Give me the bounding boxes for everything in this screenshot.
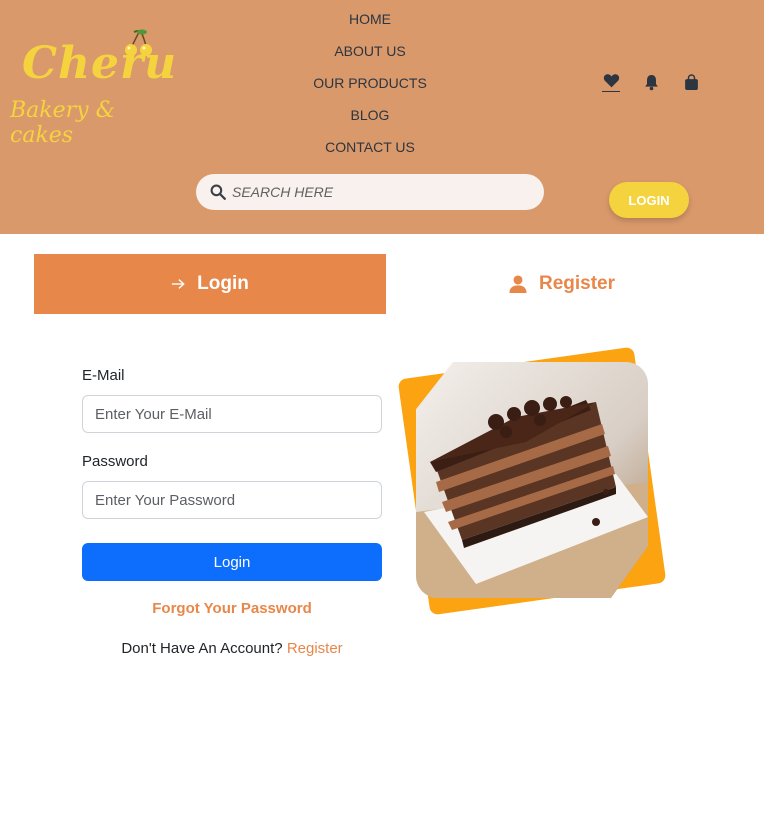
bell-icon[interactable] xyxy=(642,72,660,92)
email-field[interactable] xyxy=(82,395,382,433)
site-header: Cheru Bakery & cakes HOME ABOUT US OUR P… xyxy=(0,0,764,234)
password-label: Password xyxy=(82,453,148,470)
arrow-right-icon xyxy=(171,278,185,290)
password-field[interactable] xyxy=(82,481,382,519)
search-input[interactable] xyxy=(232,184,522,200)
cake-image xyxy=(416,362,648,598)
no-account-label: Don't Have An Account? xyxy=(121,640,283,657)
heart-icon[interactable] xyxy=(602,72,620,92)
login-submit-button[interactable]: Login xyxy=(82,543,382,581)
shopping-bag-icon[interactable] xyxy=(682,72,700,92)
search-icon xyxy=(210,184,226,200)
nav-blog[interactable]: BLOG xyxy=(351,104,390,136)
register-link[interactable]: Register xyxy=(287,640,343,657)
search-bar xyxy=(196,174,544,210)
forgot-password-link[interactable]: Forgot Your Password xyxy=(82,600,382,617)
nav-our-products[interactable]: OUR PRODUCTS xyxy=(313,72,427,104)
header-login-button[interactable]: LOGIN xyxy=(609,182,689,218)
no-account-text: Don't Have An Account? Register xyxy=(82,640,382,657)
tab-login-label: Login xyxy=(197,273,249,294)
user-icon xyxy=(509,275,527,293)
tab-register-label: Register xyxy=(538,273,616,294)
tab-register[interactable]: Register xyxy=(386,254,738,314)
email-label: E-Mail xyxy=(82,367,125,384)
nav-about-us[interactable]: ABOUT US xyxy=(334,40,405,72)
header-icons xyxy=(602,72,700,92)
tab-login[interactable]: Login xyxy=(34,254,386,314)
nav-home[interactable]: HOME xyxy=(349,8,391,40)
nav-contact-us[interactable]: CONTACT US xyxy=(325,136,415,168)
